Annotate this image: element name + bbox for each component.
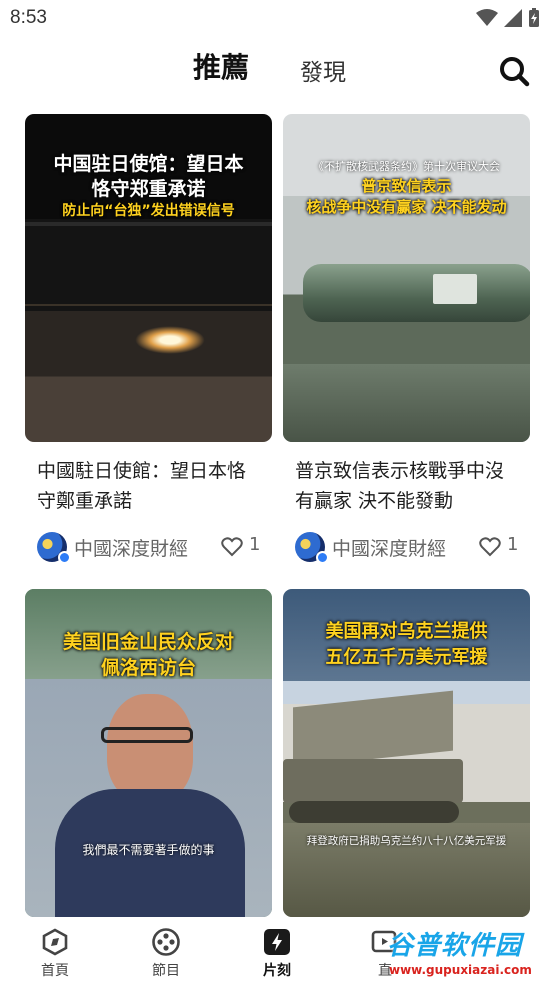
headline-line-2: 恪守郑重承诺 xyxy=(91,178,206,200)
top-header: 推薦 發現 xyxy=(0,38,554,100)
headline-line-1: 普京致信表示 xyxy=(361,177,452,195)
watermark-url: www.gupuxiazai.com xyxy=(389,963,532,977)
watermark-text: 谷普软件园 xyxy=(387,931,523,961)
nav-label-home: 首頁 xyxy=(41,963,69,979)
video-title[interactable]: 普京致信表示核戰爭中沒有贏家 決不能發動 xyxy=(283,456,530,516)
headline-line-2: 核战争中没有赢家 决不能发动 xyxy=(306,198,507,216)
scene-light-glow xyxy=(135,326,205,354)
heart-icon[interactable] xyxy=(479,537,501,557)
thumbnail-headline: 美国再对乌克兰提供 五亿五千万美元军援 xyxy=(283,619,530,671)
tab-recommend[interactable]: 推薦 xyxy=(193,46,249,86)
watermark-logo: 谷普软件园 www.gupuxiazai.com xyxy=(387,925,554,985)
thumbnail-subtitle: 拜登政府已捐助乌克兰约八十八亿美元军援 xyxy=(306,835,507,847)
nav-item-home[interactable]: 首頁 xyxy=(15,927,95,980)
thumbnail-subheadline: 防止向“台独”发出错误信号 xyxy=(62,203,235,219)
feed-card[interactable]: 美国再对乌克兰提供 五亿五千万美元军援 拜登政府已捐助乌克兰约八十八亿美元军援 xyxy=(283,589,530,917)
thumbnail-subtitle: 我們最不需要著手做的事 xyxy=(82,843,215,857)
headline-line-1: 美国旧金山民众反对 xyxy=(62,631,234,653)
scene-tracks xyxy=(289,801,459,823)
lightning-icon xyxy=(264,929,290,955)
video-thumbnail[interactable]: 中国驻日使馆：望日本 恪守郑重承诺 防止向“台独”发出错误信号 xyxy=(25,114,272,442)
film-reel-icon xyxy=(152,928,180,956)
video-thumbnail[interactable]: 美国旧金山民众反对 佩洛西访台 我們最不需要著手做的事 xyxy=(25,589,272,917)
verified-badge-icon xyxy=(316,551,329,564)
headline-line-2: 佩洛西访台 xyxy=(100,657,196,679)
headline-line-1: 中国驻日使馆：望日本 xyxy=(53,153,244,175)
headline-line-1: 美国再对乌克兰提供 xyxy=(325,621,488,642)
home-compass-icon xyxy=(42,928,68,956)
video-thumbnail[interactable]: 《不扩散核武器条约》第十次审议大会 普京致信表示 核战争中没有赢家 决不能发动 xyxy=(283,114,530,442)
wifi-icon xyxy=(476,9,498,26)
scene-floor xyxy=(283,364,530,442)
scene-missile-body xyxy=(303,264,530,322)
cellular-signal-icon xyxy=(504,9,522,27)
video-title[interactable]: 中國駐日使館：望日本恪守鄭重承諾 xyxy=(25,456,272,516)
scene-launcher xyxy=(293,690,453,768)
thumbnail-headline: 美国旧金山民众反对 佩洛西访台 xyxy=(25,629,272,681)
like-count: 1 xyxy=(249,534,261,555)
status-icons xyxy=(476,8,540,28)
nav-label-moments: 片刻 xyxy=(263,963,291,979)
author-name[interactable]: 中國深度財經 xyxy=(332,534,446,561)
nav-label-programs: 節目 xyxy=(152,963,180,979)
card-meta: 中國深度財經 1 xyxy=(283,526,530,566)
nav-item-programs[interactable]: 節目 xyxy=(126,927,206,980)
status-time: 8:53 xyxy=(10,7,47,28)
heart-icon[interactable] xyxy=(221,537,243,557)
feed-card[interactable]: 《不扩散核武器条约》第十次审议大会 普京致信表示 核战争中没有赢家 决不能发动 … xyxy=(283,114,530,566)
nav-item-moments[interactable]: 片刻 xyxy=(237,927,317,980)
scene-horizon xyxy=(25,304,272,306)
thumbnail-caption-top: 《不扩散核武器条约》第十次审议大会 xyxy=(313,160,500,173)
feed-card[interactable]: 美国旧金山民众反对 佩洛西访台 我們最不需要著手做的事 xyxy=(25,589,272,917)
scene-person-face xyxy=(107,694,193,802)
headline-line-2: 五亿五千万美元军援 xyxy=(325,647,488,668)
scene-missile-label xyxy=(433,274,477,304)
feed-card[interactable]: 中国驻日使馆：望日本 恪守郑重承诺 防止向“台独”发出错误信号 中國駐日使館：望… xyxy=(25,114,272,566)
scene-glasses xyxy=(101,727,193,743)
search-icon[interactable] xyxy=(497,54,531,88)
author-name[interactable]: 中國深度財經 xyxy=(74,534,188,561)
verified-badge-icon xyxy=(58,551,71,564)
scene-vehicle-body xyxy=(283,759,463,803)
video-thumbnail[interactable]: 美国再对乌克兰提供 五亿五千万美元军援 拜登政府已捐助乌克兰约八十八亿美元军援 xyxy=(283,589,530,917)
scene-runway xyxy=(25,222,272,226)
like-count: 1 xyxy=(507,534,519,555)
thumbnail-headline: 中国驻日使馆：望日本 恪守郑重承诺 xyxy=(25,152,272,202)
tab-discover[interactable]: 發現 xyxy=(300,53,346,87)
status-bar: 8:53 xyxy=(0,0,554,38)
thumbnail-headline: 普京致信表示 核战争中没有赢家 决不能发动 xyxy=(283,176,530,218)
battery-charging-icon xyxy=(529,8,539,27)
card-meta: 中國深度財經 1 xyxy=(25,526,272,566)
